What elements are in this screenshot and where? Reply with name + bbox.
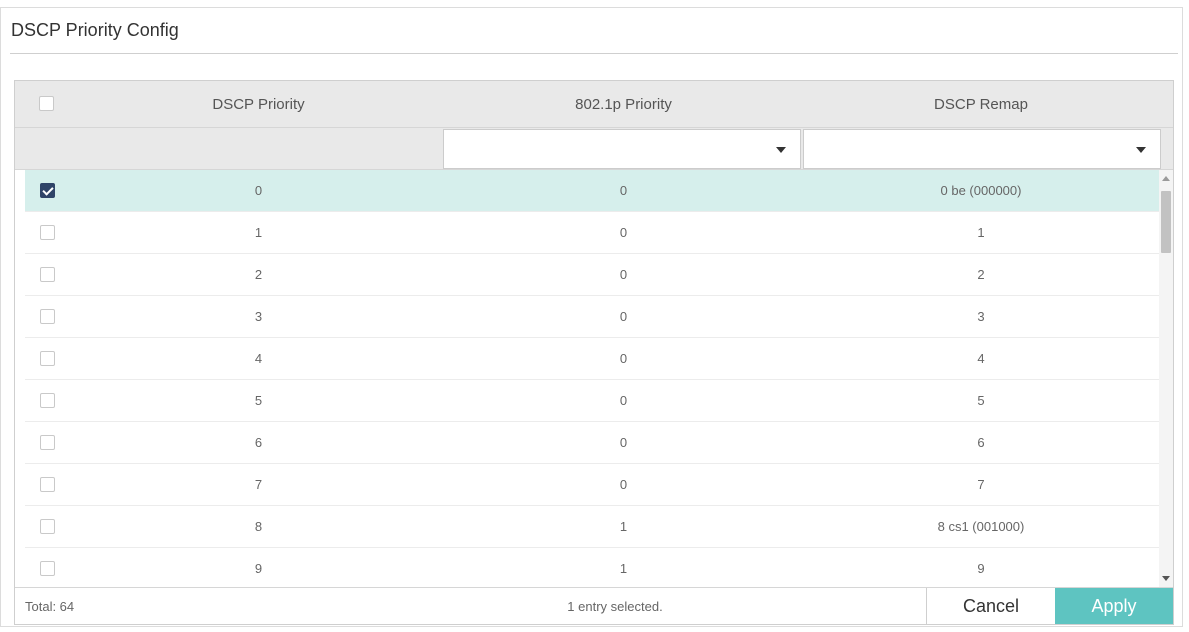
- dscp-remap-cell: 8 cs1 (001000): [937, 519, 1025, 534]
- dscp-remap-cell: 9: [977, 561, 985, 576]
- row-checkbox[interactable]: [40, 351, 55, 366]
- row-checkbox[interactable]: [40, 393, 55, 408]
- table-row[interactable]: 6 0 6: [25, 422, 1161, 464]
- column-header-dscp-remap[interactable]: DSCP Remap: [801, 81, 1161, 128]
- 8021p-priority-cell: 0: [619, 477, 628, 492]
- table-footer: Total: 64 1 entry selected. Cancel Apply: [15, 587, 1173, 624]
- table-header: DSCP Priority 802.1p Priority DSCP Remap: [15, 81, 1173, 128]
- dscp-table: DSCP Priority 802.1p Priority DSCP Remap…: [14, 80, 1174, 625]
- row-checkbox[interactable]: [40, 435, 55, 450]
- row-checkbox[interactable]: [40, 477, 55, 492]
- dscp-priority-cell: 7: [254, 477, 263, 492]
- total-count: Total: 64: [25, 599, 75, 614]
- 8021p-priority-cell: 1: [619, 561, 628, 576]
- scroll-up-arrow-icon[interactable]: [1162, 176, 1170, 181]
- table-row[interactable]: 3 0 3: [25, 296, 1161, 338]
- dscp-priority-cell: 5: [254, 393, 263, 408]
- row-checkbox[interactable]: [40, 309, 55, 324]
- select-all-checkbox[interactable]: [39, 96, 54, 111]
- panel-title: DSCP Priority Config: [11, 20, 179, 40]
- row-checkbox[interactable]: [40, 519, 55, 534]
- 8021p-priority-cell: 0: [619, 393, 628, 408]
- row-checkbox[interactable]: [40, 183, 55, 198]
- row-checkbox[interactable]: [40, 561, 55, 576]
- title-divider: [10, 53, 1178, 54]
- 8021p-priority-cell: 0: [619, 183, 628, 198]
- table-row[interactable]: 9 1 9: [25, 548, 1161, 587]
- 8021p-priority-cell: 0: [619, 309, 628, 324]
- dscp-priority-cell: 6: [254, 435, 263, 450]
- dscp-remap-cell: 3: [977, 309, 985, 324]
- dscp-priority-cell: 9: [254, 561, 263, 576]
- dscp-remap-cell: 4: [977, 351, 985, 366]
- filter-row: [15, 128, 1173, 170]
- 8021p-priority-cell: 0: [619, 225, 628, 240]
- column-header-dscp-priority[interactable]: DSCP Priority: [71, 81, 446, 128]
- dscp-priority-cell: 3: [254, 309, 263, 324]
- 8021p-priority-cell: 0: [619, 435, 628, 450]
- dscp-remap-cell: 7: [977, 477, 985, 492]
- scrollbar-thumb[interactable]: [1161, 191, 1171, 253]
- table-body: 0 0 0 be (000000) 1 0 1 2 0 2 3 0 3 4 0 …: [15, 170, 1173, 587]
- table-row[interactable]: 1 0 1: [25, 212, 1161, 254]
- table-scrollbar[interactable]: [1159, 170, 1173, 587]
- selection-status: 1 entry selected.: [567, 599, 663, 614]
- 8021p-priority-cell: 0: [619, 267, 628, 282]
- table-row[interactable]: 7 0 7: [25, 464, 1161, 506]
- table-row[interactable]: 5 0 5: [25, 380, 1161, 422]
- dscp-priority-config-panel: DSCP Priority Config DSCP Priority 802.1…: [0, 7, 1183, 627]
- dscp-remap-cell: 5: [977, 393, 985, 408]
- table-row[interactable]: 4 0 4: [25, 338, 1161, 380]
- dscp-remap-filter-select[interactable]: [803, 129, 1161, 169]
- table-row[interactable]: 0 0 0 be (000000): [25, 170, 1161, 212]
- scroll-down-arrow-icon[interactable]: [1162, 576, 1170, 581]
- 8021p-priority-cell: 0: [619, 351, 628, 366]
- column-header-8021p-priority[interactable]: 802.1p Priority: [446, 81, 801, 128]
- table-row[interactable]: 8 1 8 cs1 (001000): [25, 506, 1161, 548]
- 8021p-priority-cell: 1: [619, 519, 628, 534]
- dscp-priority-cell: 0: [254, 183, 263, 198]
- dscp-remap-cell: 0 be (000000): [940, 183, 1022, 198]
- apply-button[interactable]: Apply: [1055, 588, 1173, 624]
- chevron-down-icon: [776, 147, 786, 153]
- chevron-down-icon: [1136, 147, 1146, 153]
- dscp-remap-cell: 2: [977, 267, 985, 282]
- cancel-button[interactable]: Cancel: [926, 588, 1055, 624]
- dscp-remap-cell: 1: [977, 225, 985, 240]
- dscp-priority-cell: 2: [254, 267, 263, 282]
- dscp-priority-cell: 4: [254, 351, 263, 366]
- row-checkbox[interactable]: [40, 225, 55, 240]
- row-checkbox[interactable]: [40, 267, 55, 282]
- 8021p-priority-filter-select[interactable]: [443, 129, 801, 169]
- dscp-priority-cell: 8: [254, 519, 263, 534]
- table-row[interactable]: 2 0 2: [25, 254, 1161, 296]
- dscp-remap-cell: 6: [977, 435, 985, 450]
- dscp-priority-cell: 1: [254, 225, 263, 240]
